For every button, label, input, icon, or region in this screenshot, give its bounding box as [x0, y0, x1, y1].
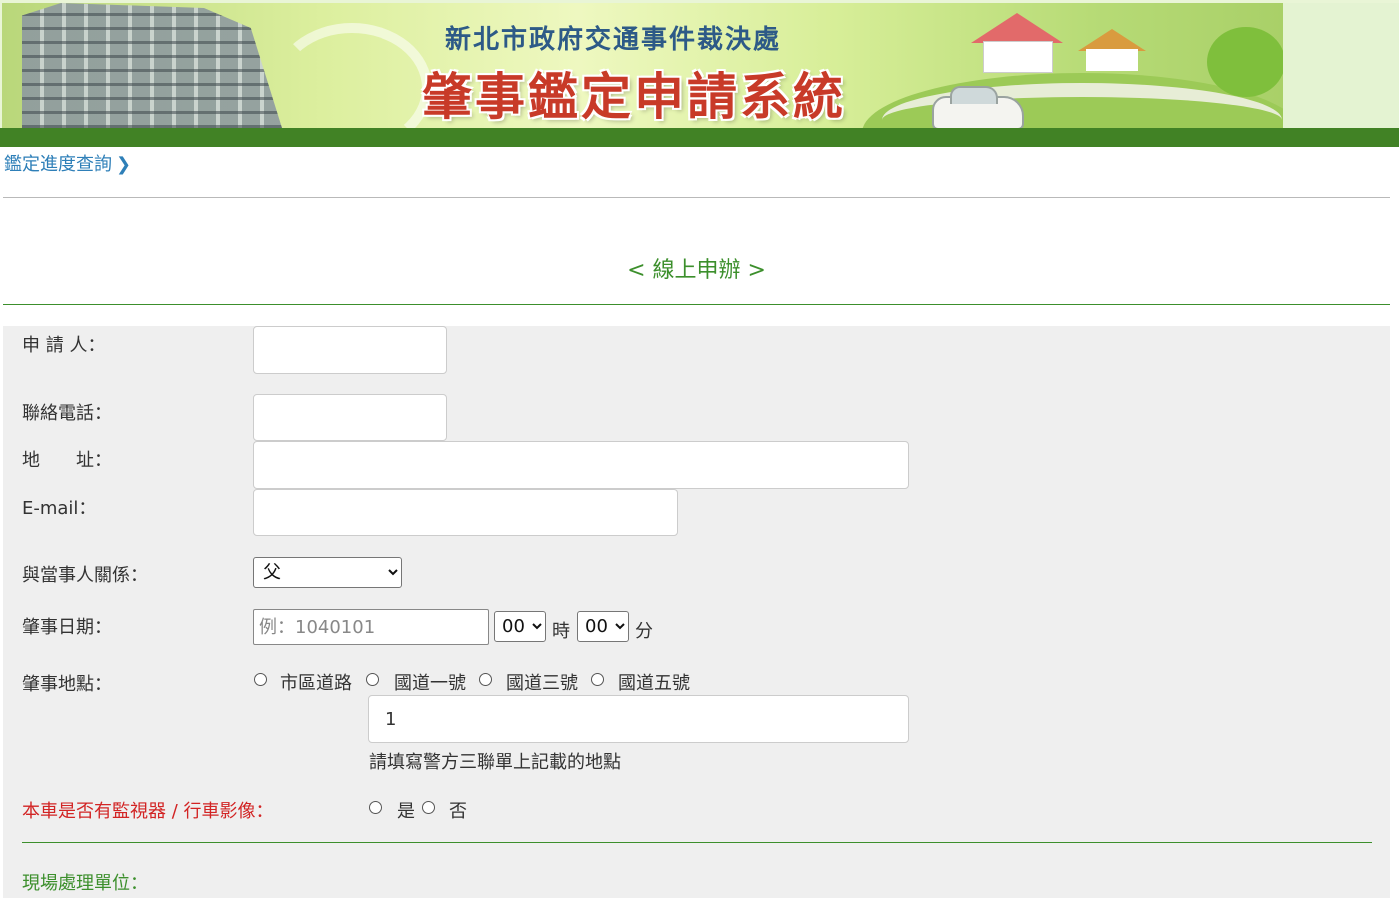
nav-divider [3, 197, 1390, 198]
header-divider-bar [0, 128, 1399, 147]
radio-national-highway-1[interactable] [366, 673, 379, 686]
title-divider [3, 304, 1390, 305]
radio-national-highway-3-label: 國道三號 [506, 673, 578, 694]
agency-name: 新北市政府交通事件裁決處 [445, 25, 782, 55]
phone-input[interactable] [253, 394, 447, 441]
section-divider [22, 842, 1372, 843]
handling-unit-label: 現場處理單位： [22, 873, 148, 894]
decorative-swirl [272, 23, 432, 128]
house-illustration [971, 13, 1063, 73]
relation-select[interactable]: 父 [253, 557, 402, 588]
hour-select[interactable]: 00 [494, 611, 546, 642]
location-detail-input[interactable] [368, 695, 909, 743]
radio-camera-no[interactable] [422, 801, 435, 814]
address-input[interactable] [253, 441, 909, 489]
location-hint: 請填寫警方三聯單上記載的地點 [369, 752, 621, 773]
minute-unit: 分 [635, 621, 653, 642]
email-label: E-mail： [22, 498, 97, 519]
radio-national-highway-3[interactable] [479, 673, 492, 686]
radio-city-road-label: 市區道路 [280, 673, 352, 694]
phone-label: 聯絡電話： [22, 403, 112, 424]
system-title: 肇事鑑定申請系統 [422, 68, 846, 126]
address-label: 地 址： [22, 450, 112, 471]
car-illustration [932, 86, 1024, 128]
applicant-input[interactable] [253, 326, 447, 374]
radio-national-highway-1-label: 國道一號 [394, 673, 466, 694]
progress-query-label: 鑑定進度查詢 [4, 154, 112, 175]
banner-image: 新北市政府交通事件裁決處 肇事鑑定申請系統 [2, 3, 1283, 128]
accident-date-label: 肇事日期： [22, 617, 112, 638]
minute-select[interactable]: 00 [577, 611, 629, 642]
radio-national-highway-5[interactable] [591, 673, 604, 686]
camera-label: 本車是否有監視器 / 行車影像： [22, 801, 274, 822]
radio-national-highway-5-label: 國道五號 [618, 673, 690, 694]
progress-query-link[interactable]: 鑑定進度查詢 ❯ [4, 150, 131, 176]
header-banner: 新北市政府交通事件裁決處 肇事鑑定申請系統 [0, 0, 1399, 128]
house-illustration-2 [1078, 29, 1146, 71]
accident-date-input[interactable] [253, 609, 489, 645]
radio-camera-no-label: 否 [449, 801, 467, 822]
email-input[interactable] [253, 489, 678, 536]
accident-location-label: 肇事地點： [22, 674, 112, 695]
chevron-right-icon: ❯ [116, 154, 132, 175]
radio-camera-yes-label: 是 [397, 801, 415, 822]
relation-label: 與當事人關係： [22, 565, 148, 586]
page-title: < 線上申辦 > [627, 258, 766, 283]
building-windows [22, 3, 282, 128]
hour-unit: 時 [552, 621, 570, 642]
tree-illustration [1207, 27, 1283, 97]
radio-city-road[interactable] [254, 673, 267, 686]
banner-filler [1283, 3, 1399, 128]
radio-camera-yes[interactable] [369, 801, 382, 814]
applicant-label: 申 請 人： [22, 335, 106, 356]
